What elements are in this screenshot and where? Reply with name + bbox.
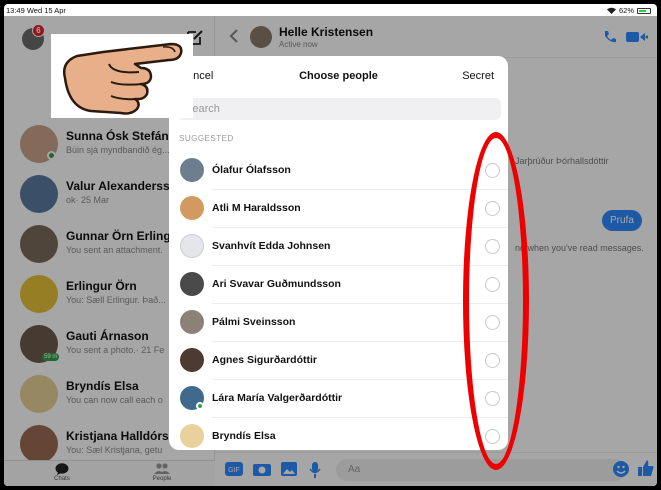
avatar: [180, 272, 204, 296]
person-row[interactable]: Pálmi Sveinsson: [169, 304, 508, 342]
person-name: Agnes Sigurðardóttir: [212, 354, 318, 366]
wifi-icon: [606, 7, 616, 14]
battery-percent: 62%: [618, 6, 634, 15]
person-row[interactable]: Bryndís Elsa: [169, 418, 508, 450]
status-bar: 13:49 Wed 15 Apr 62%: [4, 4, 657, 16]
person-name: Ólafur Ólafsson: [212, 164, 291, 176]
avatar: [180, 348, 204, 372]
avatar: [180, 424, 204, 448]
person-name: Lára María Valgerðardóttir: [212, 392, 343, 404]
default-avatar: [180, 234, 204, 258]
person-row[interactable]: Lára María Valgerðardóttir: [169, 380, 508, 418]
person-row[interactable]: Atli M Haraldsson: [169, 190, 508, 228]
online-indicator: [196, 402, 204, 410]
person-name: Ari Svavar Guðmundsson: [212, 278, 341, 290]
battery-icon: [637, 7, 651, 14]
person-row[interactable]: Svanhvít Edda Johnsen: [169, 228, 508, 266]
person-row[interactable]: Ari Svavar Guðmundsson: [169, 266, 508, 304]
pointing-hand-annotation: [51, 34, 193, 118]
avatar: [180, 158, 204, 182]
status-time: 13:49 Wed 15 Apr: [6, 6, 66, 15]
secret-button[interactable]: Secret: [462, 70, 494, 82]
avatar: [180, 310, 204, 334]
avatar: [180, 196, 204, 220]
status-right: 62%: [606, 6, 651, 15]
highlight-ellipse-annotation: [463, 132, 529, 470]
person-row[interactable]: Ólafur Ólafsson: [169, 152, 508, 190]
person-name: Svanhvít Edda Johnsen: [212, 240, 331, 252]
search-input[interactable]: Search: [177, 98, 501, 120]
choose-people-dialog: Choose people ancel Secret Search SUGGES…: [169, 56, 508, 450]
person-row[interactable]: Agnes Sigurðardóttir: [169, 342, 508, 380]
person-name: Bryndís Elsa: [212, 430, 276, 442]
ipad-screen: 13:49 Wed 15 Apr 62% 6 Sunna Ósk Stefáns…: [4, 4, 657, 486]
section-label: SUGGESTED: [179, 134, 234, 143]
pointing-hand-icon: [63, 42, 183, 115]
person-name: Pálmi Sveinsson: [212, 316, 296, 328]
dialog-title: Choose people: [299, 70, 378, 82]
person-name: Atli M Haraldsson: [212, 202, 301, 214]
